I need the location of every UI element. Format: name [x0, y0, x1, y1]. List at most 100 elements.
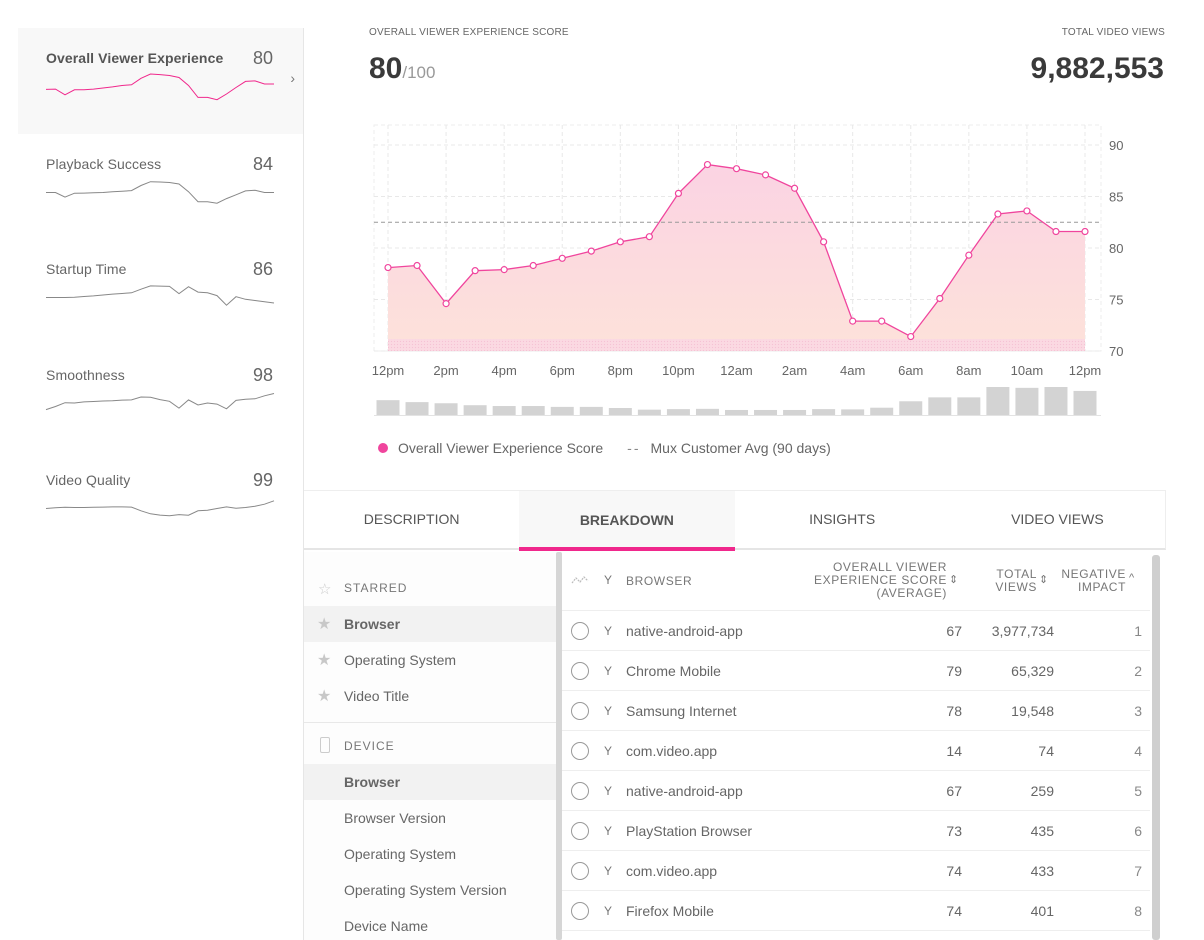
table-row[interactable]: Ycom.video.app 74 433 7 — [562, 851, 1150, 891]
trend-icon[interactable] — [571, 574, 589, 588]
metric-score: 99 — [252, 470, 273, 490]
filter-icon[interactable]: Y — [604, 731, 612, 771]
score-area — [388, 164, 1085, 351]
x-tick-label: 2pm — [433, 363, 458, 378]
filter-icon[interactable]: Y — [604, 891, 612, 931]
dimension-item-device-name[interactable]: Device Name — [304, 908, 556, 940]
row-select-radio[interactable] — [571, 902, 589, 920]
volume-bar — [812, 409, 836, 415]
star-icon[interactable]: ★ — [317, 650, 331, 670]
metric-playback-success[interactable]: Playback Success 84 — [18, 134, 303, 240]
browser-name: native-android-app — [626, 783, 743, 799]
x-tick-label: 2am — [782, 363, 807, 378]
metric-name: Startup Time — [46, 261, 127, 277]
tab-video-views[interactable]: VIDEO VIEWS — [950, 491, 1165, 548]
views-cell: 3,977,734 — [991, 623, 1054, 639]
metric-startup-time[interactable]: Startup Time 86 — [18, 239, 303, 345]
legend-avg-label: Mux Customer Avg (90 days) — [650, 440, 831, 456]
data-point — [384, 263, 392, 272]
data-point — [790, 184, 799, 192]
filter-icon[interactable]: Y — [604, 691, 612, 731]
column-impact-line: IMPACT — [1077, 580, 1126, 594]
column-negative-impact[interactable]: NEGATIVE IMPACT — [1052, 568, 1126, 594]
table-row[interactable]: Ynative-android-app 67 259 5 — [562, 771, 1150, 811]
table-row[interactable]: Y PlayStation Browser 73 435 6 — [562, 811, 1150, 851]
filter-icon[interactable]: Y — [604, 851, 612, 891]
row-select-radio[interactable] — [571, 702, 589, 720]
column-browser[interactable]: BROWSER — [626, 574, 692, 588]
metric-overall-viewer-experience[interactable]: Overall Viewer Experience 80 › — [18, 28, 303, 134]
tab-insights[interactable]: INSIGHTS — [735, 491, 950, 548]
impact-cell: 2 — [1134, 663, 1142, 679]
table-row[interactable]: Y Chrome Mobile 79 65,329 2 — [562, 651, 1150, 691]
dimension-item-starred-browser[interactable]: ★ Browser — [304, 606, 556, 642]
star-outline-icon: ☆ — [318, 581, 333, 598]
tab-description[interactable]: DESCRIPTION — [304, 491, 519, 548]
chevron-right-icon: › — [290, 70, 295, 86]
data-point — [907, 332, 915, 341]
filter-icon[interactable]: Y — [604, 611, 612, 651]
filter-icon[interactable]: Y — [604, 811, 612, 851]
sort-both-icon[interactable]: ⇕ — [1039, 573, 1049, 586]
volume-bar — [725, 409, 748, 415]
score-chart[interactable]: 70 75 80 85 90 12pm 2pm 4pm 6pm 8pm 10pm 12am 2am 4a… — [360, 115, 1160, 425]
table-header: Y BROWSER OVERALL VIEWER EXPERIENCE SCOR… — [562, 552, 1150, 611]
impact-cell: 7 — [1134, 863, 1142, 879]
dimension-item-browser[interactable]: Browser — [304, 764, 556, 800]
views-cell: 74 — [1038, 743, 1054, 759]
data-point — [878, 317, 886, 325]
row-select-radio[interactable] — [571, 622, 589, 640]
data-point — [587, 247, 595, 255]
score-cell: 14 — [946, 743, 962, 759]
star-icon[interactable]: ★ — [317, 614, 331, 634]
x-tick-label: 8pm — [608, 363, 633, 378]
data-point — [674, 189, 683, 198]
column-total-views[interactable]: TOTAL VIEWS — [982, 568, 1037, 594]
x-tick-label: 6pm — [550, 363, 575, 378]
volume-bar — [463, 405, 487, 415]
dimension-item-starred-video-title[interactable]: ★ Video Title — [304, 678, 556, 714]
divider — [304, 722, 556, 723]
table-row[interactable]: Y Samsung Internet 78 19,548 3 — [562, 691, 1150, 731]
row-select-radio[interactable] — [571, 742, 589, 760]
dimension-item-operating-system[interactable]: Operating System — [304, 836, 556, 872]
filter-icon[interactable]: Y — [604, 651, 612, 691]
x-tick-label: 6am — [898, 363, 923, 378]
dimension-item-operating-system-version[interactable]: Operating System Version — [304, 872, 556, 908]
browser-name: Samsung Internet — [626, 703, 737, 719]
data-point — [849, 317, 857, 325]
browser-name: com.video.app — [626, 863, 718, 879]
table-scrollbar[interactable] — [1152, 555, 1160, 940]
metric-smoothness[interactable]: Smoothness 98 — [18, 345, 303, 451]
detail-tabs: DESCRIPTION BREAKDOWN INSIGHTS VIDEO VIE… — [304, 490, 1166, 551]
browser-name: PlayStation Browser — [626, 823, 753, 839]
table-row[interactable]: Ycom.video.app 14 74 4 — [562, 731, 1150, 771]
browser-name: Chrome Mobile — [626, 663, 721, 679]
data-point — [413, 261, 421, 270]
score-cell: 67 — [946, 783, 962, 799]
tab-breakdown[interactable]: BREAKDOWN — [519, 491, 735, 551]
table-row[interactable]: Ynative-android-app 67 3,977,734 1 — [562, 611, 1150, 651]
volume-bar — [957, 397, 981, 415]
column-score[interactable]: OVERALL VIEWER EXPERIENCE SCORE (AVERAGE… — [812, 561, 947, 600]
metric-score: 86 — [252, 259, 273, 279]
sort-both-icon[interactable]: ⇕ — [949, 573, 959, 586]
row-select-radio[interactable] — [571, 822, 589, 840]
table-body: Ynative-android-app 67 3,977,734 1 Y Chrome M… — [562, 611, 1150, 931]
star-icon[interactable]: ★ — [317, 686, 331, 706]
filter-icon[interactable]: Y — [604, 771, 612, 811]
metric-score: 80 — [252, 48, 273, 68]
dimension-item-starred-operating-system[interactable]: ★ Operating System — [304, 642, 556, 678]
table-row[interactable]: Y Firefox Mobile 74 401 8 — [562, 891, 1150, 931]
row-select-radio[interactable] — [571, 662, 589, 680]
sort-asc-icon[interactable]: ^ — [1129, 572, 1135, 584]
metric-video-quality[interactable]: Video Quality 99 — [18, 450, 303, 556]
dimension-item-browser-version[interactable]: Browser Version — [304, 800, 556, 836]
x-tick-label: 12pm — [1069, 363, 1102, 378]
data-point — [1052, 227, 1060, 236]
row-select-radio[interactable] — [571, 862, 589, 880]
filter-icon[interactable]: Y — [604, 573, 613, 587]
sparkline — [46, 285, 275, 306]
dimension-label: Video Title — [344, 688, 410, 704]
row-select-radio[interactable] — [571, 782, 589, 800]
